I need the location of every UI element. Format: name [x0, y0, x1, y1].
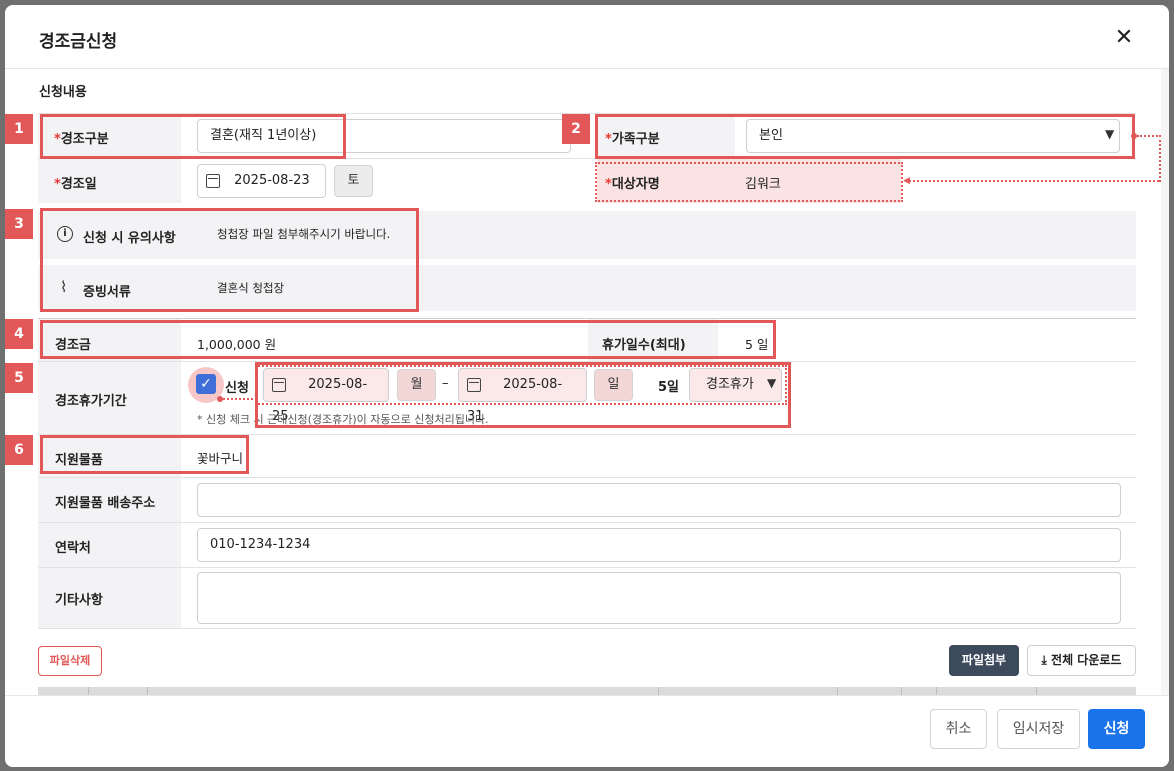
- row-divider: [38, 477, 1136, 478]
- annotation-box-3: [40, 208, 419, 312]
- arrow-head-icon: ◀: [903, 176, 910, 186]
- connector-line: [1137, 135, 1161, 137]
- modal-body: 신청내용 *경조구분 결혼(재직 1년이상) *가족구분 본인 ▼ *경조일 2…: [5, 69, 1169, 695]
- annotation-box-2: [595, 114, 1135, 159]
- modal-header: 경조금신청 ✕: [5, 5, 1169, 69]
- badge-2: 2: [562, 114, 590, 144]
- download-all-button[interactable]: ⤓ 전체 다운로드: [1027, 645, 1136, 676]
- section-title: 신청내용: [39, 85, 87, 100]
- badge-3: 3: [5, 209, 33, 239]
- download-icon: ⤓: [1041, 653, 1047, 667]
- event-date-value: 2025-08-23: [234, 173, 310, 188]
- table-col-divider: [901, 687, 902, 695]
- modal-title: 경조금신청: [39, 32, 118, 52]
- annotation-box-4: [40, 320, 776, 359]
- connector-line: [223, 398, 253, 400]
- gift-address-input[interactable]: [197, 483, 1121, 517]
- gift-address-label: 지원물품 배송주소: [55, 496, 156, 511]
- file-table-header: [38, 687, 1136, 695]
- cancel-button[interactable]: 취소: [930, 709, 987, 749]
- badge-4: 4: [5, 319, 33, 349]
- table-col-divider: [936, 687, 937, 695]
- table-col-divider: [1036, 687, 1037, 695]
- file-attach-button[interactable]: 파일첨부: [949, 645, 1019, 676]
- leave-period-label: 경조휴가기간: [55, 394, 127, 409]
- check-icon: ✓: [200, 376, 212, 392]
- etc-label: 기타사항: [55, 593, 103, 608]
- row-divider: [38, 567, 1136, 568]
- connector-line: [909, 180, 1159, 182]
- event-date-input[interactable]: 2025-08-23: [197, 164, 326, 198]
- table-col-divider: [837, 687, 838, 695]
- file-delete-button[interactable]: 파일삭제: [38, 646, 102, 676]
- etc-textarea[interactable]: [197, 572, 1121, 624]
- scrollbar[interactable]: [1161, 69, 1169, 695]
- badge-6: 6: [5, 435, 33, 465]
- table-col-divider: [658, 687, 659, 695]
- event-date-label: *경조일: [54, 177, 97, 192]
- table-col-divider: [147, 687, 148, 695]
- contact-label: 연락처: [55, 541, 91, 556]
- row-divider: [38, 628, 1136, 629]
- leave-apply-label: 신청: [225, 381, 249, 396]
- annotation-box-1: [40, 114, 346, 159]
- temp-save-button[interactable]: 임시저장: [997, 709, 1080, 749]
- annotation-box-5: [255, 362, 791, 428]
- submit-button[interactable]: 신청: [1088, 709, 1145, 749]
- modal-footer: 취소 임시저장 신청: [5, 695, 1169, 767]
- modal-dialog: 경조금신청 ✕ 신청내용 *경조구분 결혼(재직 1년이상) *가족구분 본인 …: [5, 5, 1169, 767]
- annotation-box-6: [40, 435, 249, 474]
- badge-5: 5: [5, 363, 33, 393]
- row-divider: [38, 522, 1136, 523]
- annotation-box-2-target: [595, 162, 903, 202]
- close-icon[interactable]: ✕: [1109, 23, 1139, 53]
- badge-1: 1: [5, 114, 33, 144]
- leave-apply-checkbox[interactable]: ✓: [196, 374, 216, 394]
- table-col-divider: [88, 687, 89, 695]
- row-divider: [38, 318, 1136, 319]
- event-weekday: 토: [334, 165, 373, 197]
- calendar-icon: [206, 173, 220, 188]
- contact-input[interactable]: 010-1234-1234: [197, 528, 1121, 562]
